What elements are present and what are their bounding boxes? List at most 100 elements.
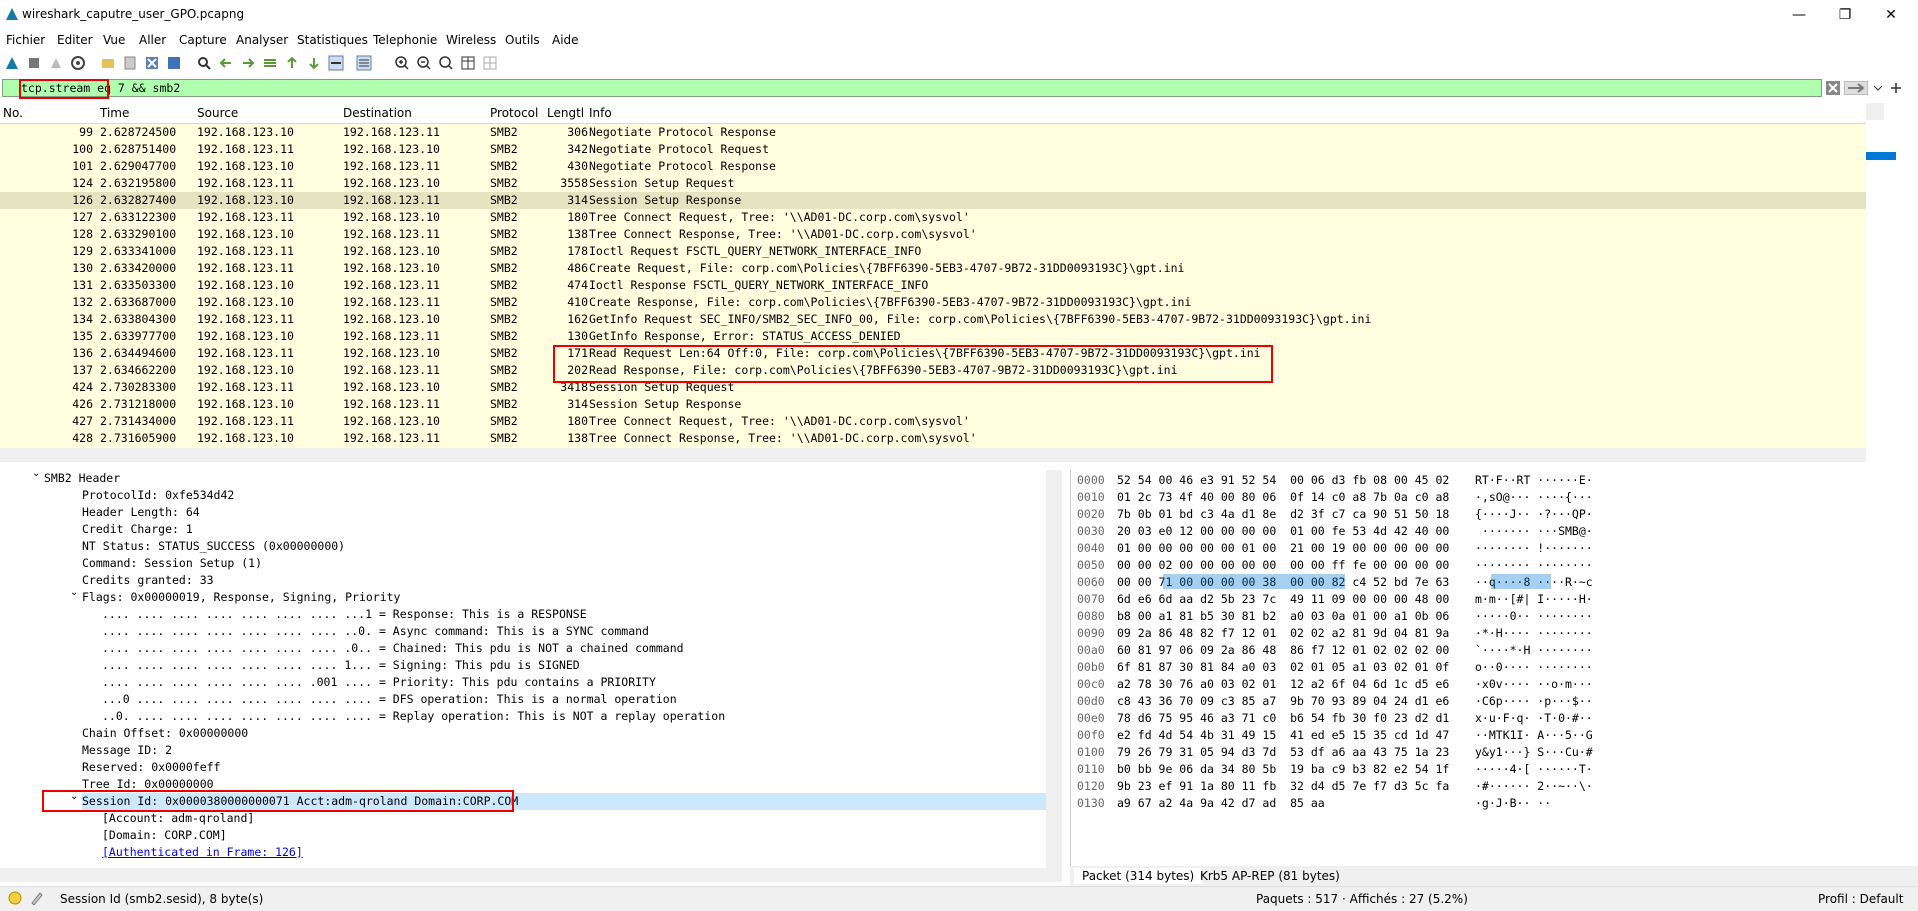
detail-field[interactable]: Credits granted: 33 — [82, 572, 214, 589]
maximize-button[interactable]: ❐ — [1822, 0, 1868, 30]
status-profile[interactable]: Profil : Default — [1818, 892, 1903, 906]
hex-ascii[interactable]: {····J·· ·?···QP· — [1475, 506, 1593, 523]
hex-ascii[interactable]: y&y1···} S···Cu·# — [1475, 744, 1593, 761]
hex-ascii[interactable]: ·g·J·B·· ·· — [1475, 795, 1551, 812]
chevron-down-icon[interactable] — [1874, 84, 1882, 92]
hex-bytes[interactable]: 01 2c 73 4f 40 00 80 06 0f 14 c0 a8 7b 0… — [1117, 489, 1449, 506]
detail-field[interactable]: ProtocolId: 0xfe534d42 — [82, 487, 234, 504]
packet-row[interactable]: 136 2.634494600 192.168.123.11 192.168.123.… — [0, 345, 1866, 362]
packet-list-minimap[interactable] — [1866, 120, 1898, 448]
hex-ascii[interactable]: ·#······ 2··~··\· — [1475, 778, 1593, 795]
col-header-info[interactable]: Info — [589, 106, 612, 120]
detail-field[interactable]: .... .... .... .... .... .... .... 1... … — [102, 657, 580, 674]
minimize-button[interactable]: — — [1776, 0, 1822, 30]
detail-field[interactable]: [Domain: CORP.COM] — [102, 827, 227, 844]
menu-editer[interactable]: Editer — [57, 33, 93, 47]
tree-expand-arrow-icon[interactable]: ⌄ — [32, 470, 40, 479]
menu-aide[interactable]: Aide — [552, 33, 579, 47]
hex-ascii[interactable]: ·x0v···· ··o·m··· — [1475, 676, 1593, 693]
hex-bytes[interactable]: 60 81 97 06 09 2a 86 48 86 f7 12 01 02 0… — [1117, 642, 1449, 659]
clear-filter-icon[interactable] — [1826, 81, 1840, 95]
close-button[interactable]: ✕ — [1868, 0, 1914, 30]
hex-bytes[interactable]: c8 43 36 70 09 c3 85 a7 9b 70 93 89 04 2… — [1117, 693, 1449, 710]
menu-aller[interactable]: Aller — [139, 33, 166, 47]
col-header-time[interactable]: Time — [100, 106, 129, 120]
hex-ascii[interactable]: m·m··[#| I·····H· — [1475, 591, 1593, 608]
packet-list-hscrollbar[interactable] — [0, 448, 1866, 462]
tab-krb5-ap-rep[interactable]: Krb5 AP-REP (81 bytes) — [1192, 868, 1348, 884]
packet-row[interactable]: 130 2.633420000 192.168.123.11 192.168.123.… — [0, 260, 1866, 277]
hex-bytes[interactable]: 6f 81 87 30 81 84 a0 03 02 01 05 a1 03 0… — [1117, 659, 1449, 676]
save-file-icon[interactable] — [122, 55, 138, 71]
detail-field[interactable]: Flags: 0x00000019, Response, Signing, Pr… — [82, 589, 401, 606]
detail-field[interactable]: Chain Offset: 0x00000000 — [82, 725, 248, 742]
hex-bytes[interactable]: 79 26 79 31 05 94 d3 7d 53 df a6 aa 43 7… — [1117, 744, 1449, 761]
hex-ascii[interactable]: ·····4·[ ······T· — [1475, 761, 1593, 778]
packet-row[interactable]: 101 2.629047700 192.168.123.10 192.168.123.… — [0, 158, 1866, 175]
find-packet-icon[interactable] — [196, 55, 212, 71]
detail-field[interactable]: .... .... .... .... .... .... .001 .... … — [102, 674, 656, 691]
col-header-no[interactable]: No. — [3, 106, 23, 120]
detail-field[interactable]: ..0. .... .... .... .... .... .... .... … — [102, 708, 725, 725]
resize-columns-icon[interactable] — [460, 55, 476, 71]
close-file-icon[interactable] — [144, 55, 160, 71]
menu-wireless[interactable]: Wireless — [446, 33, 496, 47]
zoom-out-icon[interactable] — [416, 55, 432, 71]
menu-fichier[interactable]: Fichier — [6, 33, 45, 47]
packet-row[interactable]: 131 2.633503300 192.168.123.10 192.168.123.… — [0, 277, 1866, 294]
detail-field[interactable]: .... .... .... .... .... .... .... .0.. … — [102, 640, 684, 657]
packet-row[interactable]: 100 2.628751400 192.168.123.11 192.168.123.… — [0, 141, 1866, 158]
hex-ascii[interactable]: ·C6p···· ·p···$·· — [1475, 693, 1593, 710]
go-back-icon[interactable] — [218, 55, 234, 71]
detail-field[interactable]: Message ID: 2 — [82, 742, 172, 759]
hex-bytes[interactable]: a9 67 a2 4a 9a 42 d7 ad 85 aa — [1117, 795, 1325, 812]
packet-row[interactable]: 427 2.731434000 192.168.123.11 192.168.123.… — [0, 413, 1866, 430]
col-header-length[interactable]: Lengtl — [547, 106, 584, 120]
packet-row[interactable]: 126 2.632827400 192.168.123.10 192.168.123.… — [0, 192, 1866, 209]
start-capture-icon[interactable] — [4, 55, 20, 71]
hex-bytes[interactable]: 52 54 00 46 e3 91 52 54 00 06 d3 fb 08 0… — [1117, 472, 1449, 489]
packet-row[interactable]: 124 2.632195800 192.168.123.11 192.168.123.… — [0, 175, 1866, 192]
hex-bytes[interactable]: 6d e6 6d aa d2 5b 23 7c 49 11 09 00 00 0… — [1117, 591, 1449, 608]
colorize-icon[interactable] — [356, 55, 372, 71]
hex-ascii[interactable]: `····*·H ········ — [1475, 642, 1593, 659]
packet-row[interactable]: 132 2.633687000 192.168.123.10 192.168.123.… — [0, 294, 1866, 311]
menu-analyser[interactable]: Analyser — [236, 33, 288, 47]
hex-ascii[interactable]: ·····0·· ········ — [1475, 608, 1593, 625]
edit-comment-icon[interactable] — [30, 891, 44, 905]
hex-ascii[interactable]: ······· ···SMB@· — [1475, 523, 1593, 540]
detail-field[interactable]: .... .... .... .... .... .... .... ..0. … — [102, 623, 649, 640]
detail-field[interactable]: SMB2 Header — [44, 470, 120, 487]
hex-ascii[interactable]: o··0···· ········ — [1475, 659, 1593, 676]
detail-field[interactable]: Reserved: 0x0000feff — [82, 759, 220, 776]
detail-field[interactable]: Header Length: 64 — [82, 504, 200, 521]
packet-row[interactable]: 135 2.633977700 192.168.123.10 192.168.123.… — [0, 328, 1866, 345]
hex-bytes[interactable]: 01 00 00 00 00 00 01 00 21 00 19 00 00 0… — [1117, 540, 1449, 557]
zoom-in-icon[interactable] — [394, 55, 410, 71]
auto-scroll-icon[interactable] — [328, 55, 344, 71]
detail-field[interactable]: Session Id: 0x0000380000000071 Acct:adm-… — [82, 793, 1046, 810]
layout-icon[interactable] — [482, 55, 498, 71]
detail-field[interactable]: Command: Session Setup (1) — [82, 555, 262, 572]
go-first-packet-icon[interactable] — [284, 55, 300, 71]
hex-ascii[interactable]: ········ !······· — [1475, 540, 1593, 557]
menu-statistiques[interactable]: Statistiques — [297, 33, 368, 47]
packet-row[interactable]: 127 2.633122300 192.168.123.11 192.168.123.… — [0, 209, 1866, 226]
go-last-packet-icon[interactable] — [306, 55, 322, 71]
col-header-protocol[interactable]: Protocol — [490, 106, 538, 120]
reload-file-icon[interactable] — [166, 55, 182, 71]
zoom-normal-icon[interactable] — [438, 55, 454, 71]
hex-bytes[interactable]: e2 fd 4d 54 4b 31 49 15 41 ed e5 15 35 c… — [1117, 727, 1449, 744]
menu-capture[interactable]: Capture — [179, 33, 227, 47]
detail-field[interactable]: Tree Id: 0x00000000 — [82, 776, 214, 793]
detail-link-authenticated-frame[interactable]: [Authenticated in Frame: 126] — [102, 844, 303, 861]
detail-field[interactable]: .... .... .... .... .... .... .... ...1 … — [102, 606, 587, 623]
tab-packet-bytes[interactable]: Packet (314 bytes) — [1074, 868, 1203, 884]
hex-bytes[interactable]: 7b 0b 01 bd c3 4a d1 8e d2 3f c7 ca 90 5… — [1117, 506, 1449, 523]
packet-row[interactable]: 134 2.633804300 192.168.123.11 192.168.123.… — [0, 311, 1866, 328]
details-hscrollbar[interactable] — [0, 868, 1062, 882]
packet-row[interactable]: 129 2.633341000 192.168.123.11 192.168.123.… — [0, 243, 1866, 260]
menu-vue[interactable]: Vue — [103, 33, 125, 47]
hex-ascii[interactable]: ·*·H···· ········ — [1475, 625, 1593, 642]
packet-row[interactable]: 426 2.731218000 192.168.123.10 192.168.123.… — [0, 396, 1866, 413]
